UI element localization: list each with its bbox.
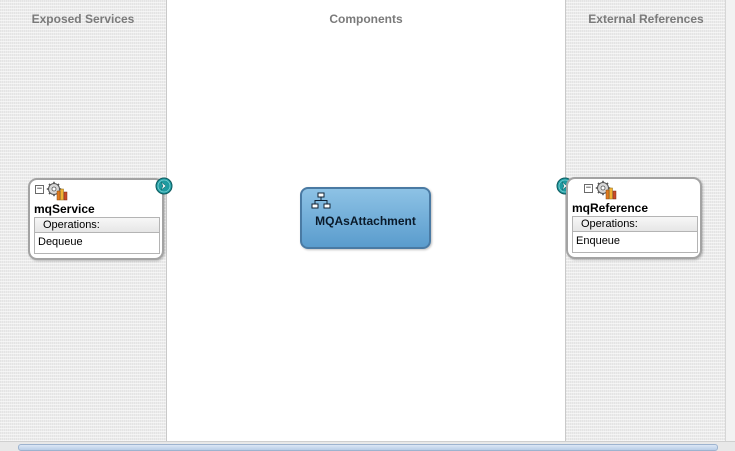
external-references-title: External References <box>588 12 704 26</box>
mq-reference-card[interactable]: − mqReference Operations: Enqueue <box>566 177 702 259</box>
exposed-services-title: Exposed Services <box>31 12 135 26</box>
vertical-scrollbar[interactable] <box>725 0 735 441</box>
components-title: Components <box>329 12 403 26</box>
mq-service-card[interactable]: − mqService Operations: Dequeue <box>28 178 164 260</box>
service-operations-panel: Operations: Dequeue <box>34 217 160 254</box>
operation-item[interactable]: Enqueue <box>573 232 697 251</box>
operations-header: Operations: <box>573 217 697 232</box>
gear-adapter-icon <box>595 180 617 200</box>
gear-adapter-icon <box>46 181 68 201</box>
mq-as-attachment-component[interactable]: MQAsAttachment <box>300 187 431 249</box>
bpel-flow-icon <box>311 192 331 209</box>
operation-item[interactable]: Dequeue <box>35 233 159 252</box>
collapse-icon[interactable]: − <box>35 185 44 194</box>
operations-header: Operations: <box>35 218 159 233</box>
collapse-icon[interactable]: − <box>584 184 593 193</box>
service-name: mqService <box>34 202 95 216</box>
component-name: MQAsAttachment <box>315 214 416 228</box>
reference-name: mqReference <box>572 201 649 215</box>
reference-operations-panel: Operations: Enqueue <box>572 216 698 253</box>
wire-port-icon[interactable] <box>155 177 173 195</box>
